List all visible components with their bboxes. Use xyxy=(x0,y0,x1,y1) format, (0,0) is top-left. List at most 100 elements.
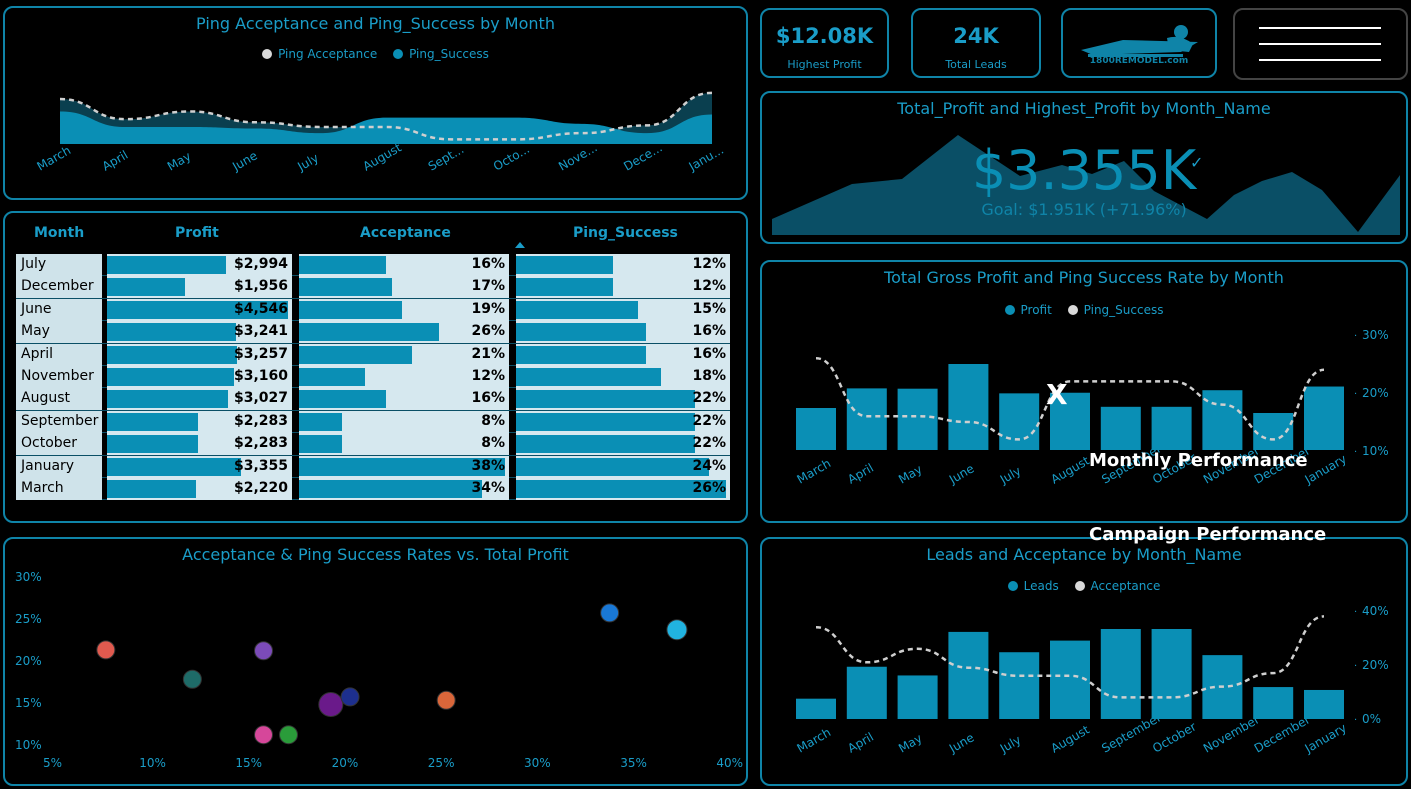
table-row[interactable]: October $2,283 8% 22% xyxy=(16,433,730,456)
combo-chart-leads[interactable]: March April May June July August SeptemberOcto… xyxy=(762,539,1408,786)
column-header-month[interactable]: Month xyxy=(34,225,84,241)
bar xyxy=(897,675,938,719)
table-row[interactable]: March $2,220 34% 26% xyxy=(16,477,730,501)
column-header-acceptance[interactable]: Acceptance xyxy=(360,225,451,241)
table-row[interactable]: July $2,994 16% 12% xyxy=(16,254,730,277)
cell-value: 26% xyxy=(471,323,505,340)
column-header-ping-success[interactable]: Ping_Success xyxy=(573,225,678,241)
month-cell: August xyxy=(16,388,102,411)
scatter-panel: Acceptance & Ping Success Rates vs. Tota… xyxy=(3,537,748,786)
monthly-performance-link[interactable]: Monthly Performance xyxy=(1089,450,1308,471)
table-row[interactable]: April $3,257 21% 16% xyxy=(16,343,730,366)
data-bar xyxy=(516,412,695,431)
x-tick-label: 35% xyxy=(620,756,647,770)
logo-image xyxy=(1081,25,1198,57)
sort-indicator-icon[interactable] xyxy=(515,242,525,248)
cell-value: 26% xyxy=(692,479,726,496)
x-tick-label: Nove... xyxy=(556,140,600,173)
scatter-point xyxy=(436,690,456,710)
acceptance-cell: 8% xyxy=(299,410,509,433)
x-tick-label: March xyxy=(795,456,834,486)
area-chart[interactable]: March April May June July August Sept... Octo..… xyxy=(5,8,748,200)
bar xyxy=(846,666,887,719)
gross-profit-panel: Total Gross Profit and Ping Success Rate… xyxy=(760,260,1408,523)
data-bar xyxy=(299,345,413,364)
data-bar xyxy=(299,390,386,409)
x-tick-label: 20% xyxy=(332,756,359,770)
x-tick-label: March xyxy=(795,725,834,755)
kpi-total-leads[interactable]: 24K Total Leads xyxy=(911,8,1041,78)
table-row[interactable]: September $2,283 8% 22% xyxy=(16,410,730,434)
data-bar xyxy=(516,345,647,364)
data-bar xyxy=(299,256,386,274)
profit-cell: $1,956 xyxy=(107,276,292,299)
scatter-chart[interactable]: 30%25%20%15%10%5% 10% 15% 20% 25% 30% 35% 40% xyxy=(5,539,748,786)
ping-success-cell: 18% xyxy=(516,365,730,388)
combo-chart-profit[interactable]: March April May June July August SeptemberOcto… xyxy=(762,262,1408,523)
cell-value: 16% xyxy=(692,323,726,340)
cell-value: 38% xyxy=(471,457,505,474)
data-bar xyxy=(516,435,695,454)
x-tick-label: Dece... xyxy=(621,140,664,173)
month-cell: October xyxy=(16,433,102,456)
tick-mark: · xyxy=(1354,331,1357,342)
data-bar xyxy=(299,367,365,386)
table-row[interactable]: August $3,027 16% 22% xyxy=(16,388,730,411)
cell-value: 19% xyxy=(471,300,505,317)
bar xyxy=(1253,687,1294,719)
profit-cell: $2,283 xyxy=(107,410,292,433)
cell-value: 8% xyxy=(481,435,505,452)
bar xyxy=(1304,689,1344,719)
kpi-big-value: $3.355K xyxy=(971,139,1197,202)
ping-success-cell: 24% xyxy=(516,455,730,478)
data-bar xyxy=(299,323,440,342)
x-tick-label: Octo... xyxy=(491,142,532,174)
tick-mark: · xyxy=(1354,661,1357,672)
x-tick-label: April xyxy=(845,461,876,487)
y-tick-label: 40% xyxy=(1362,604,1389,618)
y-tick-label: 20% xyxy=(1362,386,1389,400)
cell-value: 22% xyxy=(692,390,726,407)
profit-cell: $3,355 xyxy=(107,455,292,478)
data-bar xyxy=(107,390,229,409)
ping-success-cell: 22% xyxy=(516,433,730,456)
acceptance-cell: 19% xyxy=(299,298,509,321)
cell-value: $2,220 xyxy=(233,479,288,496)
table-row[interactable]: January $3,355 38% 24% xyxy=(16,455,730,478)
bar xyxy=(1151,406,1192,450)
x-tick-label: Sept... xyxy=(426,142,467,174)
x-tick-label: 40% xyxy=(716,756,743,770)
profit-cell: $3,160 xyxy=(107,365,292,388)
close-x-button[interactable]: X xyxy=(1046,378,1068,411)
data-bar xyxy=(107,345,238,364)
cell-value: $2,283 xyxy=(233,412,288,429)
table-row[interactable]: November $3,160 12% 18% xyxy=(16,365,730,389)
cell-value: 16% xyxy=(471,256,505,272)
cell-value: 21% xyxy=(471,345,505,362)
bar xyxy=(796,408,836,450)
acceptance-cell: 38% xyxy=(299,455,509,478)
cell-value: 12% xyxy=(471,367,505,384)
table-row[interactable]: June $4,546 19% 15% xyxy=(16,298,730,322)
x-tick-label: May xyxy=(896,731,924,756)
x-tick-label: July xyxy=(997,733,1024,756)
logo-text: 1800REMODEL.com xyxy=(1089,56,1189,66)
menu-button[interactable] xyxy=(1233,8,1408,80)
column-header-profit[interactable]: Profit xyxy=(175,225,219,241)
acceptance-cell: 12% xyxy=(299,365,509,388)
y-tick-label: 20% xyxy=(1362,658,1389,672)
cell-value: 34% xyxy=(471,479,505,496)
data-bar xyxy=(516,256,613,274)
scatter-point xyxy=(182,669,202,689)
table-row[interactable]: December $1,956 17% 12% xyxy=(16,276,730,299)
tick-mark: · xyxy=(1354,447,1357,458)
scatter-point xyxy=(340,687,360,707)
cell-value: $1,956 xyxy=(233,278,288,295)
data-bar xyxy=(107,256,227,274)
campaign-performance-link[interactable]: Campaign Performance xyxy=(1089,524,1326,545)
table-row[interactable]: May $3,241 26% 16% xyxy=(16,321,730,344)
ping-success-cell: 15% xyxy=(516,298,730,321)
kpi-highest-profit[interactable]: $12.08K Highest Profit xyxy=(760,8,889,78)
scatter-point xyxy=(254,641,274,661)
data-bar xyxy=(107,278,185,297)
